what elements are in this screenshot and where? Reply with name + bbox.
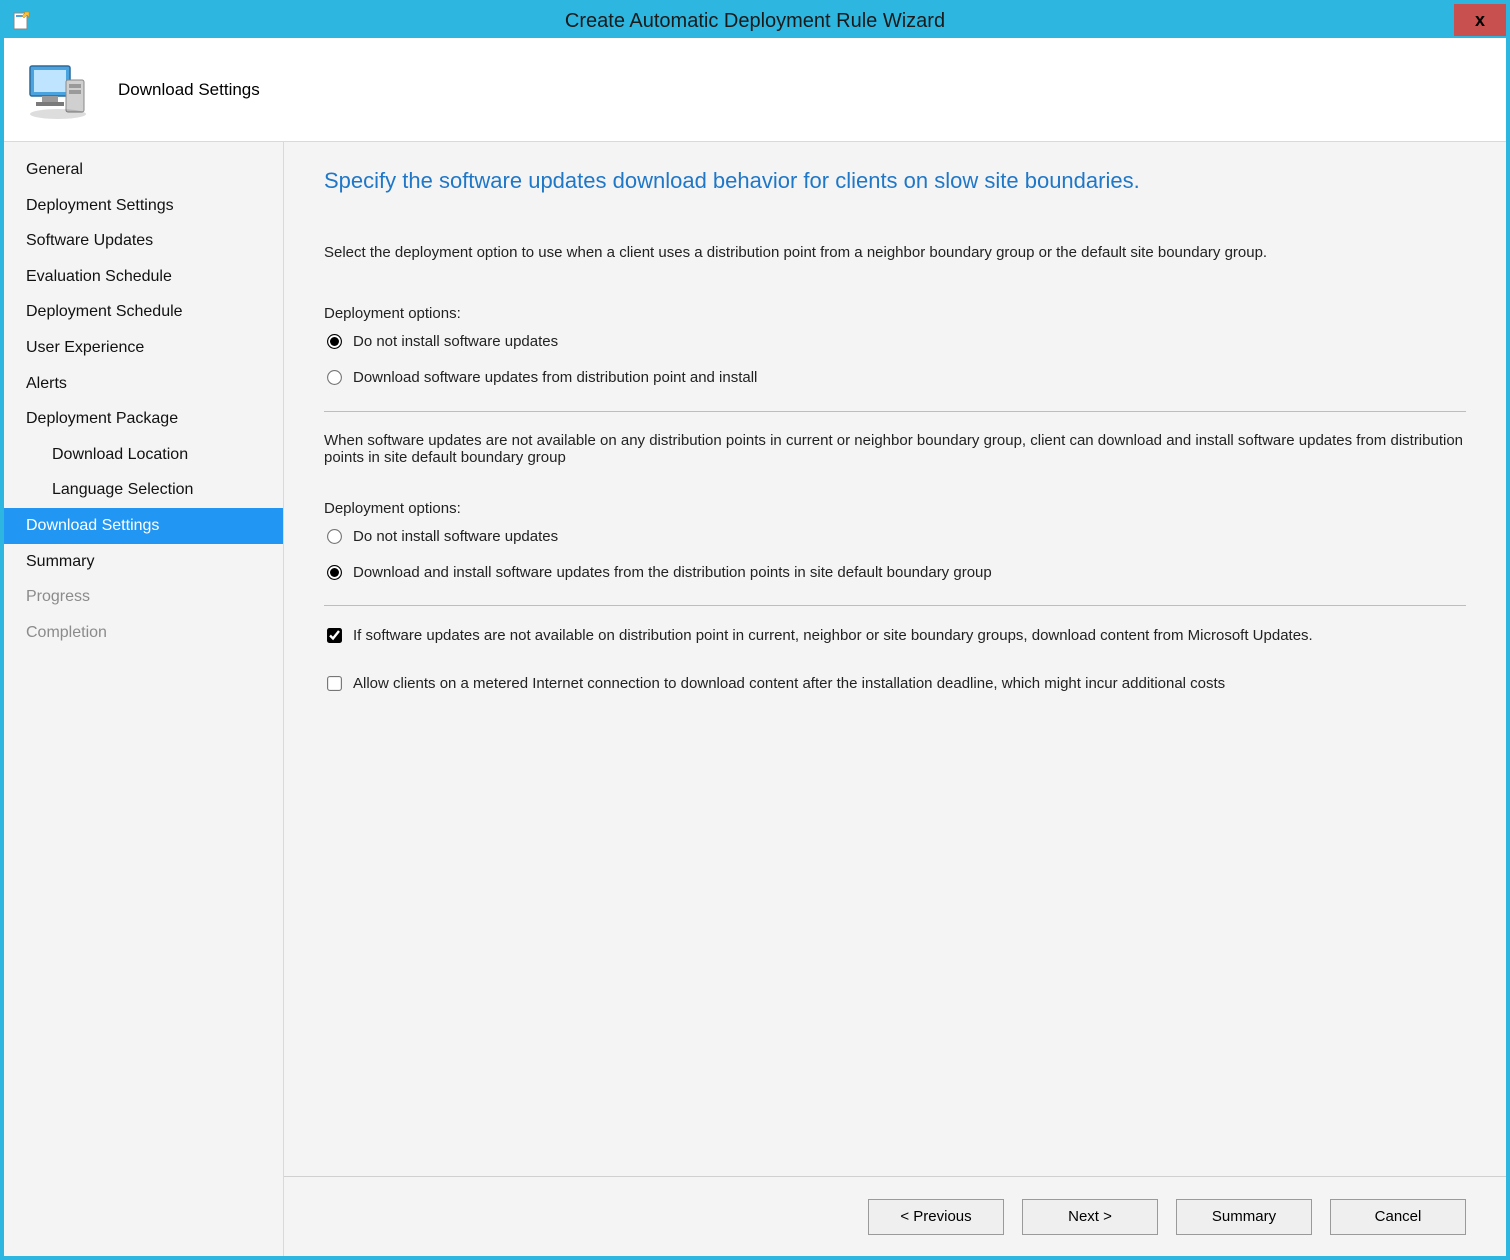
previous-button[interactable]: < Previous <box>868 1199 1004 1235</box>
sidebar-item-progress: Progress <box>4 579 283 615</box>
wizard-computer-icon <box>22 54 94 126</box>
cancel-button[interactable]: Cancel <box>1330 1199 1466 1235</box>
sidebar-item-summary[interactable]: Summary <box>4 544 283 580</box>
checkbox-metered[interactable] <box>327 676 342 691</box>
section1-option-0[interactable]: Do not install software updates <box>324 332 1466 352</box>
section1-option-1[interactable]: Download software updates from distribut… <box>324 368 1466 388</box>
section2-option-1[interactable]: Download and install software updates fr… <box>324 563 1466 583</box>
sidebar-item-deployment-schedule[interactable]: Deployment Schedule <box>4 294 283 330</box>
radio-do-not-install-2[interactable] <box>327 529 342 544</box>
sidebar-item-evaluation-schedule[interactable]: Evaluation Schedule <box>4 259 283 295</box>
sidebar-item-user-experience[interactable]: User Experience <box>4 330 283 366</box>
section2-label: Deployment options: <box>324 500 1466 517</box>
radio-download-install-2[interactable] <box>327 565 342 580</box>
header-band: Download Settings <box>4 38 1506 142</box>
checkbox-label[interactable]: Allow clients on a metered Internet conn… <box>353 674 1225 694</box>
page-title: Download Settings <box>118 80 260 100</box>
summary-button[interactable]: Summary <box>1176 1199 1312 1235</box>
next-button[interactable]: Next > <box>1022 1199 1158 1235</box>
content-area: Specify the software updates download be… <box>284 142 1506 1176</box>
radio-label[interactable]: Do not install software updates <box>353 332 558 352</box>
section1-label: Deployment options: <box>324 305 1466 322</box>
radio-download-install-1[interactable] <box>327 370 342 385</box>
checkbox-ms-updates[interactable] <box>327 628 342 643</box>
radio-label[interactable]: Download software updates from distribut… <box>353 368 757 388</box>
close-button[interactable]: x <box>1454 4 1506 36</box>
app-icon <box>8 7 36 35</box>
checkbox-ms-updates-row[interactable]: If software updates are not available on… <box>324 626 1466 646</box>
sidebar-item-alerts[interactable]: Alerts <box>4 366 283 402</box>
sidebar-item-deployment-settings[interactable]: Deployment Settings <box>4 188 283 224</box>
sidebar-item-download-settings[interactable]: Download Settings <box>4 508 283 544</box>
sidebar-item-download-location[interactable]: Download Location <box>4 437 283 473</box>
separator <box>324 411 1466 412</box>
section2-instruction: When software updates are not available … <box>324 432 1466 466</box>
sidebar-item-general[interactable]: General <box>4 152 283 188</box>
radio-do-not-install-1[interactable] <box>327 334 342 349</box>
body: GeneralDeployment SettingsSoftware Updat… <box>4 142 1506 1256</box>
separator <box>324 605 1466 606</box>
window-title: Create Automatic Deployment Rule Wizard <box>4 10 1506 33</box>
sidebar-item-completion: Completion <box>4 615 283 651</box>
title-bar: Create Automatic Deployment Rule Wizard … <box>4 4 1506 38</box>
checkbox-metered-row[interactable]: Allow clients on a metered Internet conn… <box>324 674 1466 694</box>
wizard-window: Create Automatic Deployment Rule Wizard … <box>0 0 1510 1260</box>
content-heading: Specify the software updates download be… <box>324 168 1466 194</box>
wizard-steps-sidebar: GeneralDeployment SettingsSoftware Updat… <box>4 142 284 1256</box>
radio-label[interactable]: Download and install software updates fr… <box>353 563 992 583</box>
main-panel: Specify the software updates download be… <box>284 142 1506 1256</box>
checkbox-label[interactable]: If software updates are not available on… <box>353 626 1313 646</box>
sidebar-item-language-selection[interactable]: Language Selection <box>4 472 283 508</box>
sidebar-item-software-updates[interactable]: Software Updates <box>4 223 283 259</box>
section2-option-0[interactable]: Do not install software updates <box>324 527 1466 547</box>
section1-instruction: Select the deployment option to use when… <box>324 244 1466 261</box>
wizard-footer: < Previous Next > Summary Cancel <box>284 1176 1506 1256</box>
radio-label[interactable]: Do not install software updates <box>353 527 558 547</box>
close-icon: x <box>1475 10 1485 31</box>
sidebar-item-deployment-package[interactable]: Deployment Package <box>4 401 283 437</box>
